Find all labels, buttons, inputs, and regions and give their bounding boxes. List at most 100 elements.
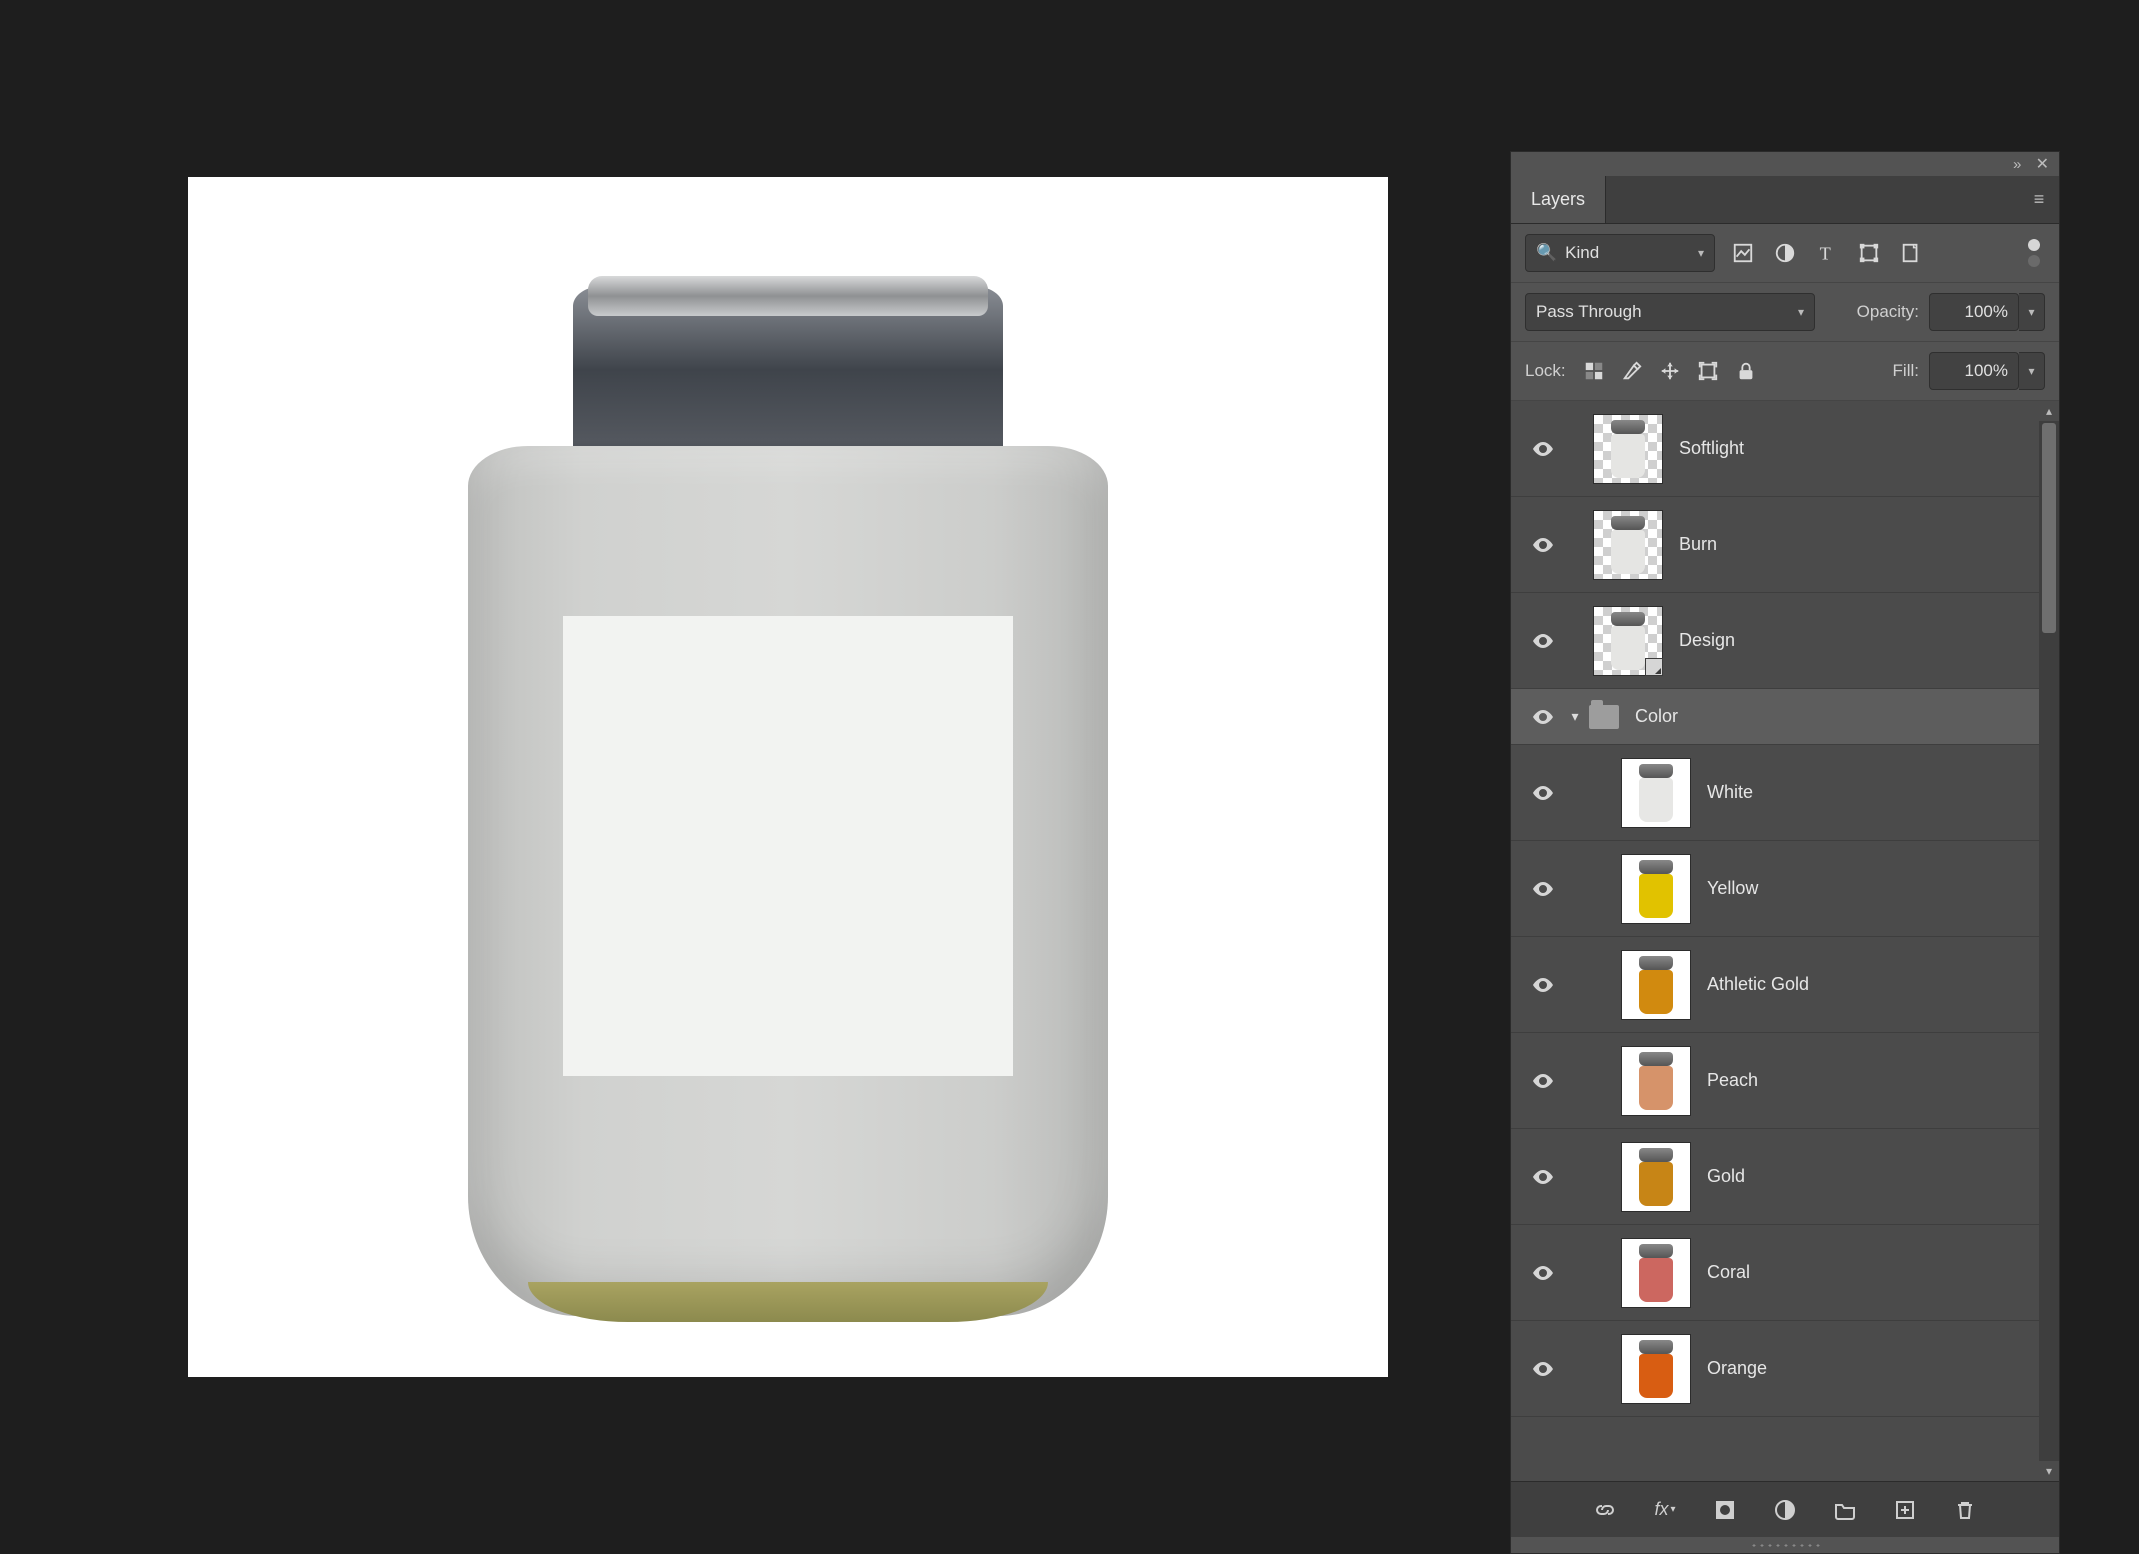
opacity-label[interactable]: Opacity:: [1857, 302, 1919, 322]
layer-thumbnail[interactable]: [1593, 414, 1663, 484]
layer-thumbnail[interactable]: [1621, 1238, 1691, 1308]
layer-row[interactable]: Softlight: [1511, 401, 2039, 497]
layer-thumbnail[interactable]: [1621, 854, 1691, 924]
fill-label[interactable]: Fill:: [1893, 361, 1919, 381]
layer-thumbnail[interactable]: [1621, 1334, 1691, 1404]
layer-thumbnail[interactable]: [1621, 758, 1691, 828]
visibility-toggle-icon[interactable]: [1525, 1165, 1561, 1189]
chevron-down-icon: ▾: [1698, 246, 1704, 260]
layer-name[interactable]: Burn: [1679, 534, 1717, 555]
lock-position-icon[interactable]: [1656, 357, 1684, 385]
layer-row[interactable]: Burn: [1511, 497, 2039, 593]
lock-row: Lock: Fill: 100% ▾: [1511, 342, 2059, 401]
koozie-mockup: [468, 276, 1108, 1326]
chevron-down-icon: ▾: [1798, 305, 1804, 319]
layer-thumbnail[interactable]: [1593, 510, 1663, 580]
panel-header-controls: ✕: [1511, 152, 2059, 176]
layer-name[interactable]: Orange: [1707, 1358, 1767, 1379]
layer-row[interactable]: Design: [1511, 593, 2039, 689]
filter-kind-label: Kind: [1565, 243, 1599, 263]
tab-layers[interactable]: Layers: [1511, 176, 1606, 223]
visibility-toggle-icon[interactable]: [1525, 1069, 1561, 1093]
filter-pixel-icon[interactable]: [1729, 239, 1757, 267]
delete-layer-icon[interactable]: [1950, 1495, 1980, 1525]
new-layer-icon[interactable]: [1890, 1495, 1920, 1525]
opacity-flyout-icon[interactable]: ▾: [2019, 293, 2045, 331]
layers-scrollbar[interactable]: ▴ ▾: [2039, 401, 2059, 1481]
layer-thumbnail[interactable]: [1621, 1046, 1691, 1116]
filter-toggle-switch[interactable]: [2023, 239, 2045, 267]
svg-text:T: T: [1820, 243, 1831, 263]
search-icon: 🔍: [1536, 243, 1557, 263]
filter-shape-icon[interactable]: [1855, 239, 1883, 267]
lock-all-icon[interactable]: [1732, 357, 1760, 385]
lock-pixels-icon[interactable]: [1618, 357, 1646, 385]
can-rim: [588, 276, 988, 316]
layer-name[interactable]: Yellow: [1707, 878, 1758, 899]
visibility-toggle-icon[interactable]: [1525, 973, 1561, 997]
lock-artboard-icon[interactable]: [1694, 357, 1722, 385]
layer-row[interactable]: White: [1511, 745, 2039, 841]
visibility-toggle-icon[interactable]: [1525, 1261, 1561, 1285]
fill-input[interactable]: 100%: [1929, 352, 2019, 390]
new-group-icon[interactable]: [1830, 1495, 1860, 1525]
layer-name[interactable]: Design: [1679, 630, 1735, 651]
close-panel-icon[interactable]: ✕: [2036, 154, 2049, 174]
folder-icon: [1589, 705, 1619, 729]
blend-mode-row: Pass Through ▾ Opacity: 100% ▾: [1511, 283, 2059, 342]
layer-name[interactable]: Gold: [1707, 1166, 1745, 1187]
lock-transparency-icon[interactable]: [1580, 357, 1608, 385]
opacity-input[interactable]: 100%: [1929, 293, 2019, 331]
layer-name[interactable]: Athletic Gold: [1707, 974, 1809, 995]
add-mask-icon[interactable]: [1710, 1495, 1740, 1525]
scroll-down-icon[interactable]: ▾: [2039, 1461, 2059, 1481]
layers-panel: ✕ Layers ≡ 🔍 Kind ▾ T Pass Through: [1510, 151, 2060, 1554]
layer-row[interactable]: ▾ Color: [1511, 689, 2039, 745]
scroll-up-icon[interactable]: ▴: [2039, 401, 2059, 421]
filter-smart-icon[interactable]: [1897, 239, 1925, 267]
visibility-toggle-icon[interactable]: [1525, 705, 1561, 729]
layer-thumbnail[interactable]: [1593, 606, 1663, 676]
fill-flyout-icon[interactable]: ▾: [2019, 352, 2045, 390]
scroll-thumb[interactable]: [2042, 423, 2056, 633]
filter-type-icon[interactable]: T: [1813, 239, 1841, 267]
visibility-toggle-icon[interactable]: [1525, 629, 1561, 653]
blend-mode-dropdown[interactable]: Pass Through ▾: [1525, 293, 1815, 331]
layer-thumbnail[interactable]: [1621, 1142, 1691, 1212]
layer-row[interactable]: Yellow: [1511, 841, 2039, 937]
visibility-toggle-icon[interactable]: [1525, 437, 1561, 461]
layer-list: Softlight Burn Design ▾ Color White Yellow Athl…: [1511, 401, 2059, 1481]
filter-kind-dropdown[interactable]: 🔍 Kind ▾: [1525, 234, 1715, 272]
blend-mode-value: Pass Through: [1536, 302, 1642, 322]
visibility-toggle-icon[interactable]: [1525, 533, 1561, 557]
layer-name[interactable]: Softlight: [1679, 438, 1744, 459]
smart-object-badge-icon: [1645, 658, 1663, 676]
layer-row[interactable]: Coral: [1511, 1225, 2039, 1321]
document-canvas[interactable]: [188, 177, 1388, 1377]
koozie-sleeve: [468, 446, 1108, 1316]
layer-name[interactable]: Coral: [1707, 1262, 1750, 1283]
collapse-panel-icon[interactable]: [2013, 156, 2021, 173]
filter-adjustment-icon[interactable]: [1771, 239, 1799, 267]
layer-name[interactable]: Color: [1635, 706, 1678, 727]
panel-resize-grip[interactable]: [1511, 1537, 2059, 1553]
disclosure-triangle-icon[interactable]: ▾: [1561, 708, 1589, 725]
adjustment-layer-icon[interactable]: [1770, 1495, 1800, 1525]
layer-row[interactable]: Athletic Gold: [1511, 937, 2039, 1033]
layer-row[interactable]: Orange: [1511, 1321, 2039, 1417]
visibility-toggle-icon[interactable]: [1525, 781, 1561, 805]
panel-tabs: Layers ≡: [1511, 176, 2059, 224]
panel-menu-icon[interactable]: ≡: [2019, 176, 2059, 223]
layer-thumbnail[interactable]: [1621, 950, 1691, 1020]
opacity-value: 100%: [1965, 302, 2008, 322]
layer-name[interactable]: White: [1707, 782, 1753, 803]
layers-footer-bar: fx▾: [1511, 1481, 2059, 1537]
layer-row[interactable]: Peach: [1511, 1033, 2039, 1129]
layer-row[interactable]: Gold: [1511, 1129, 2039, 1225]
layer-style-icon[interactable]: fx▾: [1650, 1495, 1680, 1525]
visibility-toggle-icon[interactable]: [1525, 877, 1561, 901]
lock-label: Lock:: [1525, 361, 1566, 381]
visibility-toggle-icon[interactable]: [1525, 1357, 1561, 1381]
link-layers-icon[interactable]: [1590, 1495, 1620, 1525]
layer-name[interactable]: Peach: [1707, 1070, 1758, 1091]
